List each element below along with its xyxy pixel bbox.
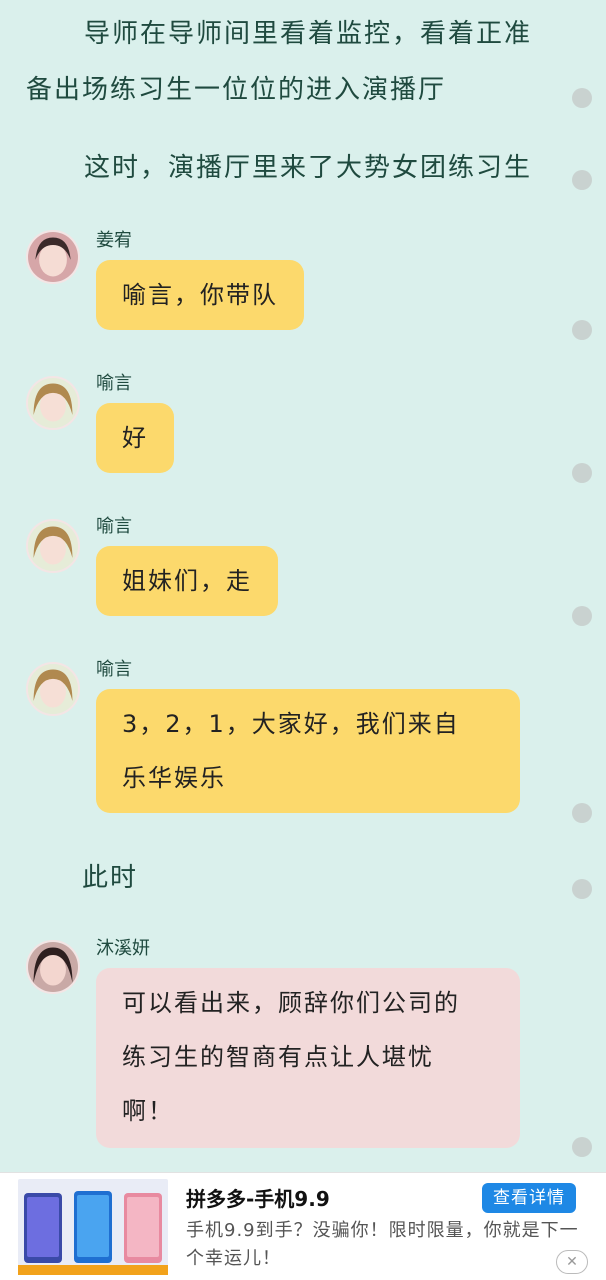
comment-dot[interactable] bbox=[572, 170, 592, 190]
ad-image[interactable] bbox=[18, 1179, 168, 1275]
ad-description: 手机9.9到手？没骗你！限时限量，你就是下一个幸运儿！ bbox=[186, 1220, 579, 1269]
sender-name: 喻言 bbox=[96, 516, 132, 537]
message-text: 啊！ bbox=[122, 1097, 174, 1125]
ad-banner[interactable]: 拼多多-手机9.9 查看详情 手机9.9到手？没骗你！限时限量，你就是下一个幸运… bbox=[0, 1172, 606, 1280]
comment-dot[interactable] bbox=[572, 1137, 592, 1157]
ad-title: 拼多多-手机9.9 bbox=[186, 1187, 330, 1211]
sender-name: 喻言 bbox=[96, 373, 132, 394]
sender-name: 沐溪妍 bbox=[96, 938, 150, 959]
message-bubble[interactable]: 好 bbox=[96, 403, 174, 473]
comment-dot[interactable] bbox=[572, 879, 592, 899]
comment-dot[interactable] bbox=[572, 463, 592, 483]
avatar-yuyan[interactable] bbox=[26, 662, 80, 716]
comment-dot[interactable] bbox=[572, 320, 592, 340]
avatar-yuyan[interactable] bbox=[26, 519, 80, 573]
narration-arrival: 这时，演播厅里来了大势女团练习生 bbox=[84, 153, 533, 183]
message-text: 喻言，你带队 bbox=[122, 281, 278, 309]
ad-details-button[interactable]: 查看详情 bbox=[482, 1183, 576, 1213]
narration-intro: 导师在导师间里看着监控，看着正准备出场练习生一位位的进入演播厅 bbox=[26, 19, 533, 105]
message-text: 练习生的智商有点让人堪忧 bbox=[122, 1043, 434, 1071]
message-bubble[interactable]: 姐妹们，走 bbox=[96, 546, 278, 616]
message-text: 姐妹们，走 bbox=[122, 567, 252, 595]
close-icon[interactable]: ✕ bbox=[556, 1250, 588, 1274]
message-bubble[interactable]: 喻言，你带队 bbox=[96, 260, 304, 330]
narration-meanwhile: 此时 bbox=[82, 863, 139, 893]
message-bubble[interactable]: 3，2，1，大家好，我们来自 乐华娱乐 bbox=[96, 689, 520, 813]
comment-dot[interactable] bbox=[572, 88, 592, 108]
message-text: 好 bbox=[122, 424, 148, 452]
message-text: 乐华娱乐 bbox=[122, 764, 226, 792]
sender-name: 喻言 bbox=[96, 659, 132, 680]
message-text: 3，2，1，大家好，我们来自 bbox=[122, 710, 460, 738]
comment-dot[interactable] bbox=[572, 606, 592, 626]
message-text: 可以看出来，顾辞你们公司的 bbox=[122, 989, 460, 1017]
avatar-muxiyan[interactable] bbox=[26, 940, 80, 994]
avatar-yuyan[interactable] bbox=[26, 376, 80, 430]
avatar-jiangyou[interactable] bbox=[26, 230, 80, 284]
comment-dot[interactable] bbox=[572, 803, 592, 823]
sender-name: 姜宥 bbox=[96, 230, 132, 251]
message-bubble[interactable]: 可以看出来，顾辞你们公司的 练习生的智商有点让人堪忧 啊！ bbox=[96, 968, 520, 1148]
